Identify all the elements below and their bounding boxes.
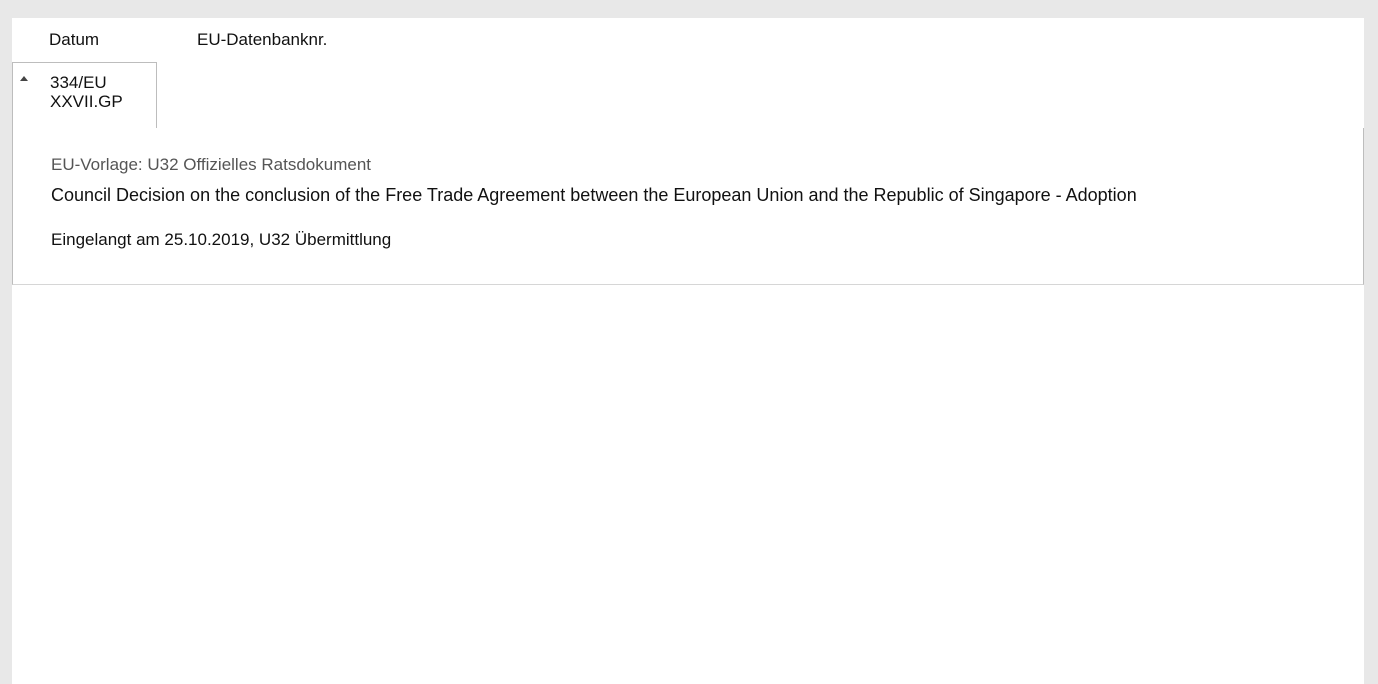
document-type-label: EU-Vorlage: U32 Offizielles Ratsdokument <box>51 155 372 174</box>
legislative-period: XXVII.GP <box>50 92 123 111</box>
document-number: 334/EU <box>50 73 107 92</box>
collapse-triangle-icon[interactable] <box>20 76 28 81</box>
row-detail-panel: EU-Vorlage: U32 Offizielles Ratsdokument… <box>12 128 1364 285</box>
received-info: Eingelangt am 25.10.2019, U32 Übermittlu… <box>51 230 392 249</box>
column-header-eu-number[interactable]: EU-Datenbanknr. <box>197 30 327 50</box>
column-header-date[interactable]: Datum <box>49 30 99 50</box>
document-title: Council Decision on the conclusion of th… <box>51 185 1137 205</box>
eu-documents-panel: Datum EU-Datenbanknr. 334/EU XXVII.GP EU… <box>12 18 1364 684</box>
row-number-cell[interactable]: 334/EU XXVII.GP <box>12 62 157 128</box>
